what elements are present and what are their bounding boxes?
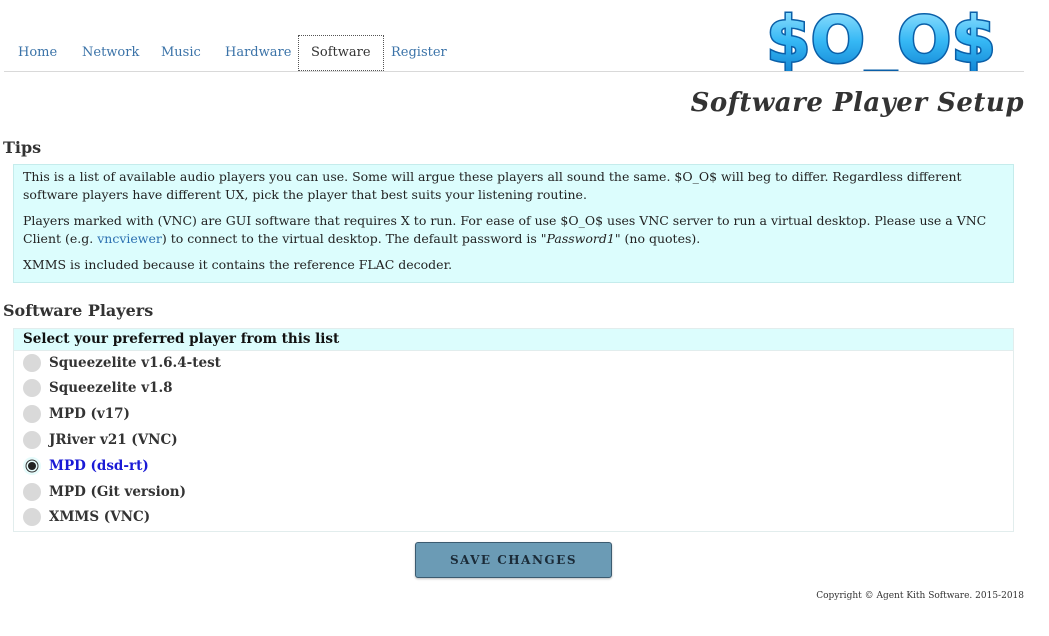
player-label: Squeezelite v1.8 bbox=[49, 380, 173, 396]
tab-network[interactable]: Network bbox=[78, 35, 143, 71]
player-label: XMMS (VNC) bbox=[49, 509, 151, 525]
radio-button-selected[interactable] bbox=[23, 457, 41, 475]
tab-music[interactable]: Music bbox=[157, 35, 205, 71]
tab-home[interactable]: Home bbox=[14, 35, 61, 71]
tips-p2-after: " (no quotes). bbox=[614, 231, 701, 246]
tips-paragraph-3: XMMS is included because it contains the… bbox=[23, 257, 453, 272]
player-label: MPD (v17) bbox=[49, 406, 130, 422]
main-nav: Home Network Music Hardware Software Reg… bbox=[4, 35, 1024, 72]
radio-button[interactable] bbox=[23, 431, 41, 449]
tab-hardware[interactable]: Hardware bbox=[221, 35, 295, 71]
copyright-text: Copyright © Agent Kith Software. 2015-20… bbox=[816, 591, 1024, 601]
page-title: Software Player Setup bbox=[690, 88, 1024, 118]
default-password: Password1 bbox=[546, 231, 615, 246]
player-option-mpd-v17[interactable]: MPD (v17) bbox=[23, 403, 130, 425]
radio-button[interactable] bbox=[23, 354, 41, 372]
player-option-xmms[interactable]: XMMS (VNC) bbox=[23, 506, 150, 528]
player-label: MPD (Git version) bbox=[49, 484, 186, 500]
tab-software[interactable]: Software bbox=[298, 35, 384, 71]
tips-paragraph-2: Players marked with (VNC) are GUI softwa… bbox=[23, 212, 1004, 248]
radio-button[interactable] bbox=[23, 508, 41, 526]
players-heading: Software Players bbox=[3, 301, 154, 320]
player-label: MPD (dsd-rt) bbox=[49, 458, 149, 474]
tips-heading: Tips bbox=[3, 138, 42, 157]
player-label: Squeezelite v1.6.4-test bbox=[49, 355, 221, 371]
tips-paragraph-1: This is a list of available audio player… bbox=[23, 169, 962, 202]
tips-box: This is a list of available audio player… bbox=[13, 164, 1014, 283]
player-option-mpd-dsd-rt[interactable]: MPD (dsd-rt) bbox=[23, 455, 149, 477]
vncviewer-link[interactable]: vncviewer bbox=[97, 231, 162, 246]
tab-register[interactable]: Register bbox=[387, 35, 451, 71]
player-option-squeezelite-1-8[interactable]: Squeezelite v1.8 bbox=[23, 377, 173, 399]
player-option-jriver-v21[interactable]: JRiver v21 (VNC) bbox=[23, 429, 178, 451]
player-label: JRiver v21 (VNC) bbox=[49, 432, 178, 448]
radio-button[interactable] bbox=[23, 483, 41, 501]
players-panel: Select your preferred player from this l… bbox=[13, 328, 1014, 532]
save-changes-button[interactable]: SAVE CHANGES bbox=[415, 542, 612, 578]
player-option-mpd-git[interactable]: MPD (Git version) bbox=[23, 481, 186, 503]
radio-button[interactable] bbox=[23, 379, 41, 397]
players-list-header: Select your preferred player from this l… bbox=[14, 329, 1013, 351]
player-option-squeezelite-1-6-4[interactable]: Squeezelite v1.6.4-test bbox=[23, 352, 221, 374]
radio-button[interactable] bbox=[23, 405, 41, 423]
tips-p2-middle: ) to connect to the virtual desktop. The… bbox=[161, 231, 547, 246]
